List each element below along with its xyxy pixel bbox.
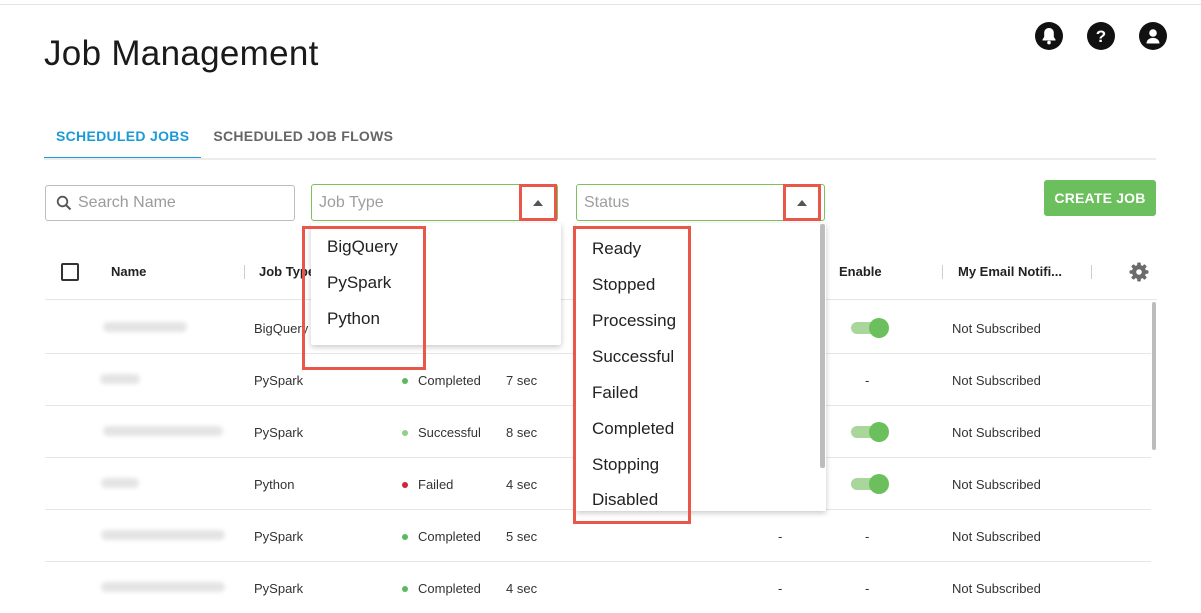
name-cell-redacted: [101, 582, 225, 592]
status-dot: [402, 377, 408, 384]
job-type-cell: PySpark: [254, 529, 304, 544]
column-divider: [244, 265, 245, 279]
tab-scheduled-jobs[interactable]: SCHEDULED JOBS: [44, 118, 202, 160]
status-text: Completed: [418, 373, 481, 388]
status-text: Successful: [418, 425, 481, 440]
column-divider: [1091, 265, 1092, 279]
email-notification-cell: Not Subscribed: [952, 477, 1041, 492]
job-type-cell: BigQuery: [254, 321, 309, 336]
job-type-cell: Python: [254, 477, 295, 492]
name-cell-redacted: [101, 478, 139, 488]
job-type-cell: PySpark: [254, 425, 304, 440]
select-all-checkbox[interactable]: [61, 263, 79, 281]
back-chevron-icon[interactable]: ‹: [0, 40, 12, 66]
job-type-cell: PySpark: [254, 581, 304, 596]
status-cell: Completed: [402, 581, 481, 596]
status-select[interactable]: Status: [576, 184, 825, 221]
caret-up-icon: [533, 199, 543, 206]
job-type-cell: PySpark: [254, 373, 304, 388]
last-run-cell: -: [778, 581, 783, 596]
name-cell-redacted: [101, 530, 225, 540]
enable-cell: -: [865, 373, 870, 388]
status-options-highlight: [573, 226, 691, 524]
status-cell: Successful: [402, 425, 481, 440]
job-type-placeholder: Job Type: [319, 194, 384, 211]
name-cell-redacted: [103, 426, 223, 436]
bell-icon[interactable]: [1035, 22, 1063, 50]
help-icon[interactable]: ?: [1087, 22, 1115, 50]
duration-cell: 4 sec: [506, 477, 538, 492]
tabs-divider: [44, 158, 1156, 160]
name-cell-redacted: [103, 322, 187, 332]
enable-toggle[interactable]: [851, 474, 889, 494]
enable-toggle[interactable]: [851, 318, 889, 338]
search-input[interactable]: [78, 194, 278, 212]
email-notification-cell: Not Subscribed: [952, 529, 1041, 544]
status-toggle[interactable]: [783, 184, 821, 221]
job-type-select[interactable]: Job Type: [311, 184, 558, 221]
email-notification-cell: Not Subscribed: [952, 425, 1041, 440]
account-icon[interactable]: [1139, 22, 1167, 50]
table-row[interactable]: PySpark Completed 4 sec - - Not Subscrib…: [45, 562, 1151, 613]
job-type-toggle[interactable]: [519, 184, 557, 221]
column-header-email-notification[interactable]: My Email Notifi...: [958, 264, 1062, 279]
email-notification-cell: Not Subscribed: [952, 373, 1041, 388]
create-job-button[interactable]: CREATE JOB: [1044, 180, 1156, 216]
last-run-cell: -: [778, 529, 783, 544]
enable-toggle[interactable]: [851, 422, 889, 442]
gear-icon[interactable]: [1129, 262, 1149, 282]
duration-cell: 8 sec: [506, 425, 538, 440]
status-dot: [402, 533, 408, 540]
search-icon: [56, 195, 72, 211]
status-dot: [402, 585, 408, 592]
enable-cell: -: [865, 581, 870, 596]
tab-bar: SCHEDULED JOBS SCHEDULED JOB FLOWS: [44, 118, 405, 160]
status-text: Failed: [418, 477, 454, 492]
status-cell: Completed: [402, 373, 481, 388]
tab-scheduled-job-flows[interactable]: SCHEDULED JOB FLOWS: [201, 118, 405, 160]
column-divider: [942, 265, 943, 279]
status-dot: [402, 429, 408, 436]
column-header-name[interactable]: Name: [111, 264, 146, 279]
status-text: Completed: [418, 529, 481, 544]
status-dropdown-scrollbar[interactable]: [820, 224, 825, 468]
column-header-enable[interactable]: Enable: [839, 264, 882, 279]
table-scrollbar[interactable]: [1152, 302, 1156, 450]
duration-cell: 4 sec: [506, 581, 538, 596]
status-text: Completed: [418, 581, 481, 596]
caret-up-icon: [797, 199, 807, 206]
page-title: Job Management: [44, 34, 319, 73]
status-dot: [402, 481, 408, 488]
status-cell: Failed: [402, 477, 453, 492]
status-placeholder: Status: [584, 194, 630, 211]
enable-cell: -: [865, 529, 870, 544]
search-box: [45, 185, 295, 221]
email-notification-cell: Not Subscribed: [952, 581, 1041, 596]
top-divider: [0, 4, 1201, 5]
svg-text:?: ?: [1096, 27, 1106, 45]
email-notification-cell: Not Subscribed: [952, 321, 1041, 336]
duration-cell: 7 sec: [506, 373, 538, 388]
status-cell: Completed: [402, 529, 481, 544]
job-type-options-highlight: [302, 226, 426, 370]
name-cell-redacted: [100, 374, 140, 384]
duration-cell: 5 sec: [506, 529, 538, 544]
